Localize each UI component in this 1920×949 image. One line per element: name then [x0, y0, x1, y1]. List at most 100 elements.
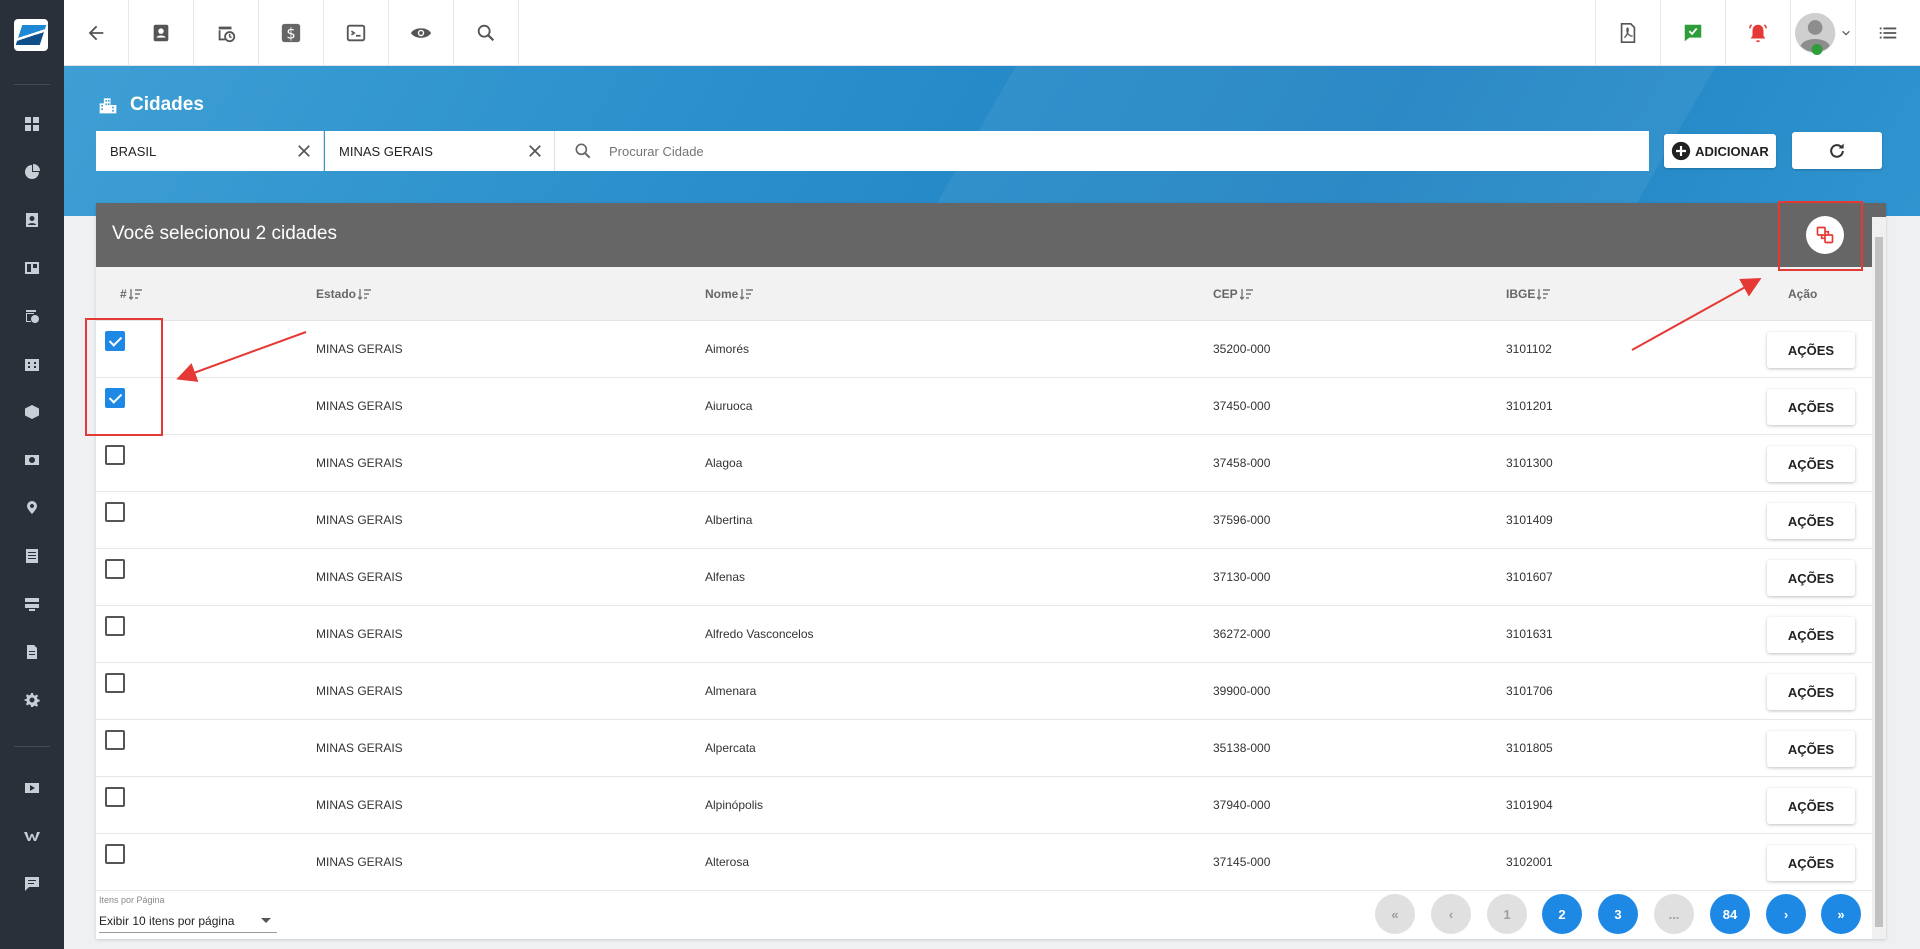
contacts-button[interactable] [129, 0, 194, 66]
row-checkbox[interactable] [105, 787, 125, 807]
video-icon[interactable] [20, 776, 44, 800]
alerts-button[interactable] [1725, 0, 1790, 66]
column-header-ibge[interactable]: IBGE [1506, 287, 1551, 301]
page-button-2[interactable]: 2 [1542, 894, 1582, 934]
cell-estado: MINAS GERAIS [316, 627, 403, 641]
row-checkbox[interactable] [105, 730, 125, 750]
sort-icon [740, 289, 754, 300]
calendar-button[interactable] [194, 0, 259, 66]
country-filter-chip[interactable]: BRASIL [96, 131, 324, 171]
row-checkbox[interactable] [105, 673, 125, 693]
prev-page-button[interactable]: ‹ [1431, 894, 1471, 934]
row-actions-button[interactable]: AÇÕES [1767, 332, 1855, 368]
table-row[interactable]: MINAS GERAIS Alpercata 35138-000 3101805 AÇÕ… [96, 720, 1872, 777]
calendar-clock-icon [218, 26, 236, 43]
row-actions-button[interactable]: AÇÕES [1767, 674, 1855, 710]
avatar [1795, 12, 1836, 55]
row-actions-button[interactable]: AÇÕES [1767, 788, 1855, 824]
row-checkbox[interactable] [105, 559, 125, 579]
check-message-icon [1684, 24, 1702, 42]
dashboard-icon[interactable] [20, 112, 44, 136]
column-estado-label: Estado [316, 287, 357, 301]
column-header-cep[interactable]: CEP [1213, 287, 1254, 301]
table-row[interactable]: MINAS GERAIS Alfredo Vasconcelos 36272-000… [96, 606, 1872, 663]
server-icon[interactable] [20, 592, 44, 616]
row-actions-button[interactable]: AÇÕES [1767, 560, 1855, 596]
page-button-1[interactable]: 1 [1487, 894, 1527, 934]
row-actions-button[interactable]: AÇÕES [1767, 389, 1855, 425]
map-pin-icon[interactable] [20, 496, 44, 520]
view-button[interactable] [389, 0, 454, 66]
table-row[interactable]: MINAS GERAIS Aiuruoca 37450-000 3101201 AÇÕE… [96, 378, 1872, 435]
table-scrollbar[interactable] [1872, 217, 1886, 939]
first-page-button[interactable]: « [1375, 894, 1415, 934]
cell-cep: 37940-000 [1213, 798, 1271, 812]
row-actions-button[interactable]: AÇÕES [1767, 731, 1855, 767]
search-icon [477, 24, 495, 42]
tasks-button[interactable] [1660, 0, 1725, 66]
sort-icon [1239, 289, 1253, 300]
per-page-select[interactable]: Exibir 10 itens por página [99, 909, 277, 933]
row-actions-button[interactable]: AÇÕES [1767, 503, 1855, 539]
row-actions-button[interactable]: AÇÕES [1767, 617, 1855, 653]
page-button-3[interactable]: 3 [1598, 894, 1638, 934]
main-menu-button[interactable] [1855, 0, 1920, 66]
table-row[interactable]: MINAS GERAIS Aimorés 35200-000 3101102 AÇÕES [96, 321, 1872, 378]
document-icon[interactable] [20, 640, 44, 664]
app-logo[interactable] [14, 19, 48, 51]
wiki-icon[interactable] [20, 824, 44, 848]
calendar-clock-icon[interactable] [20, 304, 44, 328]
refresh-button[interactable] [1792, 132, 1882, 169]
logo-mark [15, 25, 47, 45]
board-icon[interactable] [20, 256, 44, 280]
row-actions-button[interactable]: AÇÕES [1767, 446, 1855, 482]
sort-icon [1537, 289, 1551, 300]
table-row[interactable]: MINAS GERAIS Almenara 39900-000 3101706 AÇÕE… [96, 663, 1872, 720]
add-city-button[interactable]: ADICIONAR [1664, 134, 1776, 168]
money-icon[interactable] [20, 448, 44, 472]
cell-ibge: 3101102 [1506, 342, 1552, 356]
back-button[interactable] [64, 0, 129, 66]
chat-icon[interactable] [20, 872, 44, 896]
box-icon[interactable] [20, 400, 44, 424]
column-header-estado[interactable]: Estado [316, 287, 372, 301]
row-checkbox[interactable] [105, 616, 125, 636]
table-row[interactable]: MINAS GERAIS Alterosa 37145-000 3102001 AÇÕE… [96, 834, 1872, 891]
cell-nome: Alpinópolis [705, 798, 764, 812]
pie-chart-icon[interactable] [20, 160, 44, 184]
row-checkbox[interactable] [105, 502, 125, 522]
page-title-group: Cidades [98, 94, 204, 116]
state-filter-chip[interactable]: MINAS GERAIS [325, 131, 555, 171]
row-checkbox[interactable] [105, 844, 125, 864]
last-page-button[interactable]: » [1821, 894, 1861, 934]
cell-ibge: 3101805 [1506, 741, 1553, 755]
pdf-icon [1620, 23, 1636, 43]
global-search-button[interactable] [454, 0, 519, 66]
next-page-button[interactable]: › [1766, 894, 1806, 934]
user-menu-button[interactable] [1790, 0, 1855, 66]
row-actions-button[interactable]: AÇÕES [1767, 845, 1855, 881]
building-icon[interactable] [20, 352, 44, 376]
page-ellipsis: ... [1654, 894, 1694, 934]
clear-state-icon[interactable] [526, 142, 544, 160]
table-row[interactable]: MINAS GERAIS Alpinópolis 37940-000 3101904 A… [96, 777, 1872, 834]
finance-button[interactable]: $ [259, 0, 324, 66]
table-row[interactable]: MINAS GERAIS Albertina 37596-000 3101409 AÇÕ… [96, 492, 1872, 549]
city-search-input[interactable] [609, 132, 1509, 170]
terminal-button[interactable] [324, 0, 389, 66]
contact-card-icon[interactable] [20, 208, 44, 232]
table-row[interactable]: MINAS GERAIS Alagoa 37458-000 3101300 AÇÕES [96, 435, 1872, 492]
column-header-nome[interactable]: Nome [705, 287, 754, 301]
row-checkbox[interactable] [105, 445, 125, 465]
scrollbar-thumb[interactable] [1875, 237, 1883, 927]
per-page-value: Exibir 10 itens por página [99, 913, 235, 928]
clear-country-icon[interactable] [295, 142, 313, 160]
refresh-icon [1830, 143, 1844, 158]
pdf-button[interactable] [1595, 0, 1660, 66]
column-header-index[interactable]: # [120, 287, 143, 301]
menu-list-icon [1879, 27, 1897, 39]
table-row[interactable]: MINAS GERAIS Alfenas 37130-000 3101607 AÇÕES [96, 549, 1872, 606]
list-icon[interactable] [20, 544, 44, 568]
page-button-84[interactable]: 84 [1710, 894, 1750, 934]
gear-icon[interactable] [20, 688, 44, 712]
